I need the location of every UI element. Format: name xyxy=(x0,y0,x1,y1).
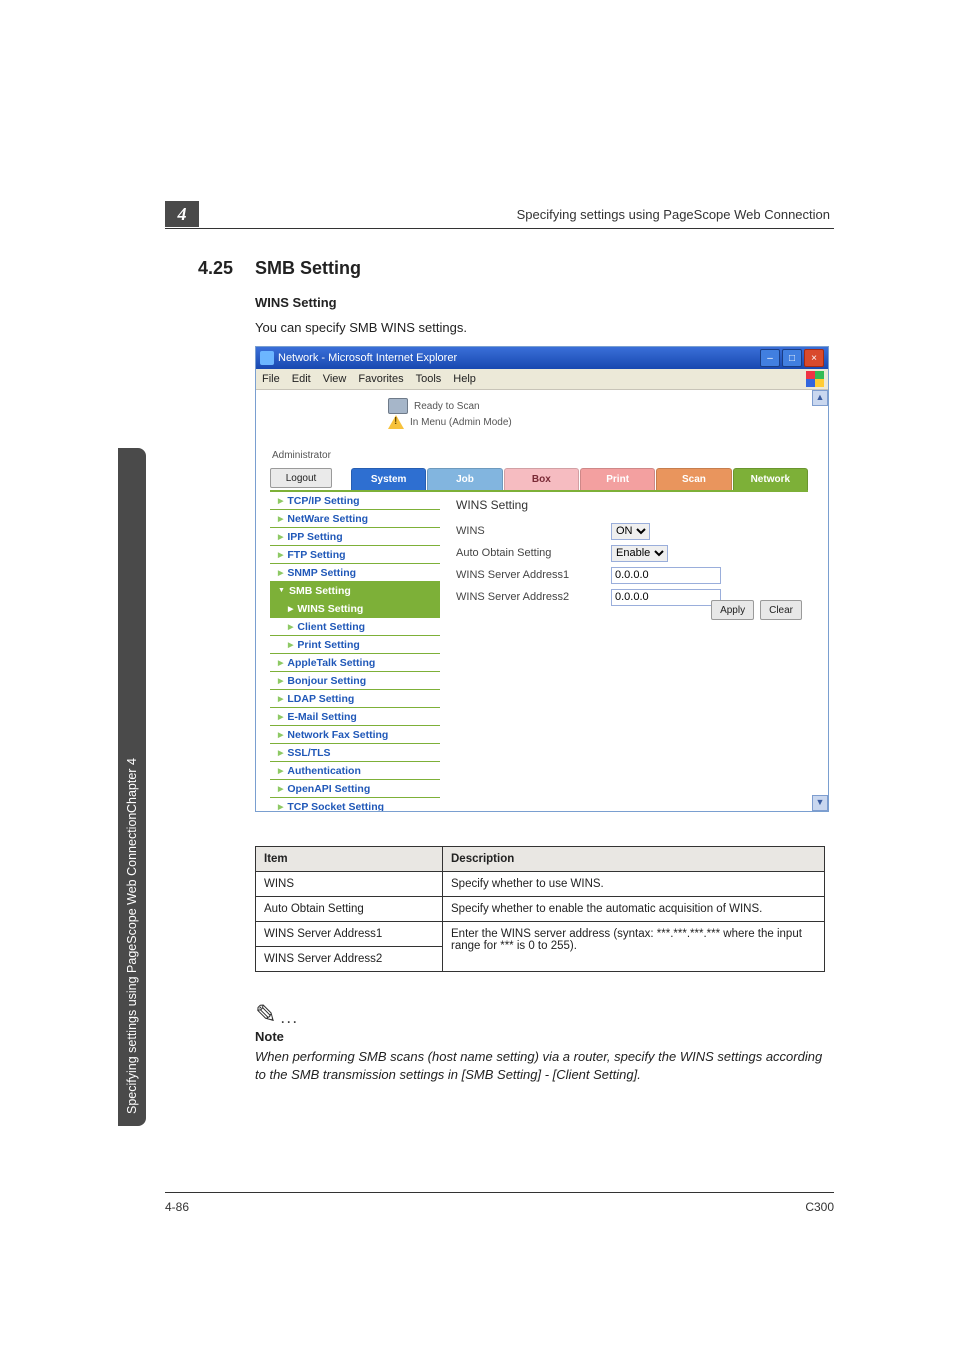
clear-button[interactable]: Clear xyxy=(760,600,802,620)
tab-job[interactable]: Job xyxy=(427,468,502,490)
menu-file[interactable]: File xyxy=(262,373,280,385)
td-item: WINS xyxy=(256,872,443,897)
admin-label: Administrator xyxy=(272,450,331,461)
menu-favorites[interactable]: Favorites xyxy=(358,373,403,385)
tab-scan[interactable]: Scan xyxy=(656,468,731,490)
subsection-title: WINS Setting xyxy=(255,295,337,310)
nav-ipp[interactable]: IPP Setting xyxy=(270,528,440,546)
side-tab-text: Specifying settings using PageScope Web … xyxy=(125,813,139,1114)
wins-label: WINS xyxy=(456,525,611,537)
nav-ldap[interactable]: LDAP Setting xyxy=(270,690,440,708)
footer-rule xyxy=(165,1192,834,1193)
windows-flag-icon xyxy=(806,371,824,387)
auto-obtain-label: Auto Obtain Setting xyxy=(456,547,611,559)
nav-print-setting[interactable]: Print Setting xyxy=(270,636,440,654)
description-table: Item Description WINS Specify whether to… xyxy=(255,846,825,972)
th-item: Item xyxy=(256,847,443,872)
td-desc: Enter the WINS server address (syntax: *… xyxy=(443,922,825,972)
close-button[interactable]: × xyxy=(804,349,824,367)
td-item: WINS Server Address2 xyxy=(256,947,443,972)
header-rule xyxy=(165,228,834,229)
table-row: WINS Server Address1 Enter the WINS serv… xyxy=(256,922,825,947)
section-number: 4.25 xyxy=(198,258,233,279)
addr1-label: WINS Server Address1 xyxy=(456,569,611,581)
menu-tools[interactable]: Tools xyxy=(416,373,442,385)
nav-bonjour[interactable]: Bonjour Setting xyxy=(270,672,440,690)
nav-netware[interactable]: NetWare Setting xyxy=(270,510,440,528)
nav-ftp[interactable]: FTP Setting xyxy=(270,546,440,564)
nav-openapi[interactable]: OpenAPI Setting xyxy=(270,780,440,798)
wins-select[interactable]: ON xyxy=(611,523,650,540)
tab-system[interactable]: System xyxy=(351,468,426,490)
table-row: Auto Obtain Setting Specify whether to e… xyxy=(256,897,825,922)
screenshot-window: Network - Microsoft Internet Explorer – … xyxy=(255,346,829,812)
footer-page: 4-86 xyxy=(165,1200,189,1214)
tab-print[interactable]: Print xyxy=(580,468,655,490)
maximize-button[interactable]: □ xyxy=(782,349,802,367)
th-desc: Description xyxy=(443,847,825,872)
menu-help[interactable]: Help xyxy=(453,373,476,385)
running-head: Specifying settings using PageScope Web … xyxy=(199,207,834,222)
table-row: WINS Specify whether to use WINS. xyxy=(256,872,825,897)
tab-box[interactable]: Box xyxy=(504,468,579,490)
addr1-input[interactable] xyxy=(611,567,721,584)
note-icon: ✎... xyxy=(255,1000,299,1030)
nav-email[interactable]: E-Mail Setting xyxy=(270,708,440,726)
td-item: Auto Obtain Setting xyxy=(256,897,443,922)
nav-client[interactable]: Client Setting xyxy=(270,618,440,636)
auto-obtain-select[interactable]: Enable xyxy=(611,545,668,562)
nav-netfax[interactable]: Network Fax Setting xyxy=(270,726,440,744)
side-tab-chapter: Chapter 4 xyxy=(125,758,139,813)
minimize-button[interactable]: – xyxy=(760,349,780,367)
nav-auth[interactable]: Authentication xyxy=(270,762,440,780)
tab-network[interactable]: Network xyxy=(733,468,808,490)
nav-tcpip[interactable]: TCP/IP Setting xyxy=(270,492,440,510)
addr2-label: WINS Server Address2 xyxy=(456,591,611,603)
scroll-down-button[interactable]: ▼ xyxy=(812,795,828,811)
apply-button[interactable]: Apply xyxy=(711,600,754,620)
td-desc: Specify whether to use WINS. xyxy=(443,872,825,897)
nav-snmp[interactable]: SNMP Setting xyxy=(270,564,440,582)
status-ready: Ready to Scan xyxy=(414,401,480,412)
menubar: File Edit View Favorites Tools Help xyxy=(256,369,828,389)
menu-view[interactable]: View xyxy=(323,373,347,385)
scroll-up-button[interactable]: ▲ xyxy=(812,390,828,406)
subsection-text: You can specify SMB WINS settings. xyxy=(255,320,467,335)
nav-appletalk[interactable]: AppleTalk Setting xyxy=(270,654,440,672)
nav-ssltls[interactable]: SSL/TLS xyxy=(270,744,440,762)
ie-icon xyxy=(260,351,274,365)
status-mode: In Menu (Admin Mode) xyxy=(410,417,512,428)
window-title: Network - Microsoft Internet Explorer xyxy=(278,352,457,364)
td-item: WINS Server Address1 xyxy=(256,922,443,947)
panel-title: WINS Setting xyxy=(456,498,802,512)
nav-smb[interactable]: SMB Setting xyxy=(270,582,440,600)
chapter-tab: 4 xyxy=(165,201,199,227)
settings-panel: WINS Setting WINS ON Auto Obtain Setting… xyxy=(456,498,802,608)
note-label: Note xyxy=(255,1029,284,1044)
titlebar: Network - Microsoft Internet Explorer – … xyxy=(256,347,828,369)
note-body: When performing SMB scans (host name set… xyxy=(255,1048,834,1083)
warn-icon xyxy=(388,415,404,429)
side-tab: Specifying settings using PageScope Web … xyxy=(118,448,146,1126)
nav-wins[interactable]: WINS Setting xyxy=(270,600,440,618)
device-status: Ready to Scan In Menu (Admin Mode) xyxy=(388,398,512,430)
td-desc: Specify whether to enable the automatic … xyxy=(443,897,825,922)
nav-tcpsocket[interactable]: TCP Socket Setting xyxy=(270,798,440,811)
logout-button[interactable]: Logout xyxy=(270,468,332,488)
nav-panel: TCP/IP Setting NetWare Setting IPP Setti… xyxy=(270,492,440,811)
addr2-input[interactable] xyxy=(611,589,721,606)
menu-edit[interactable]: Edit xyxy=(292,373,311,385)
footer-model: C300 xyxy=(805,1200,834,1214)
section-title: SMB Setting xyxy=(255,258,361,279)
tabs-row: Logout System Job Box Print Scan Network xyxy=(270,468,808,492)
printer-icon xyxy=(388,398,408,414)
